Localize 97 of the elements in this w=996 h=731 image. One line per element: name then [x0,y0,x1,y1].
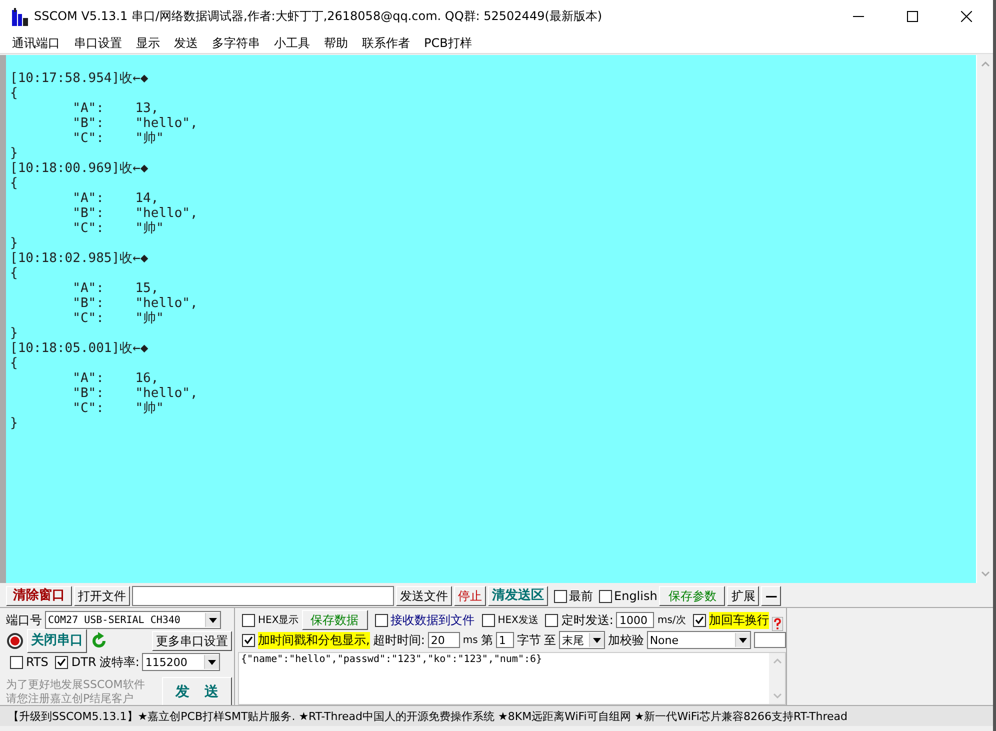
menu-item[interactable]: 显示 [136,34,160,52]
receive-line: "C": "帅" [72,131,164,146]
checkbox[interactable] [374,614,388,626]
app-logo-icon [12,8,28,26]
window-title: SSCOM V5.13.1 串口/网络数据调试器,作者:大虾丁丁,2618058@qq.com. QQ群: 52502449(最新版本) [34,8,602,25]
checkbox-label: 最前 [569,588,593,604]
expand-button[interactable]: 扩展 [727,586,760,606]
from-label: 第 [480,632,493,648]
dropdown-arrow-icon[interactable] [592,638,601,642]
checksum-label: 加校验 [608,632,644,648]
checksum-select[interactable]: None [646,631,751,649]
dropdown-arrow-icon[interactable] [209,618,217,622]
checkbox[interactable] [55,656,68,668]
stop-button[interactable]: 停止 [454,586,486,606]
checkbox[interactable] [599,590,612,602]
checkbox-label: 加时间戳和分包显示, [258,632,370,648]
port-select[interactable]: COM27 USB-SERIAL CH340 [45,611,221,629]
receive-line: { [10,356,18,371]
checkbox-label: RTS [26,655,48,669]
open-file-button[interactable]: 打开文件 [74,586,130,606]
receive-line: "B": "hello", [72,296,198,311]
interval-unit: ms/次 [657,614,686,627]
menu-item[interactable]: 联系作者 [362,34,410,52]
status-led-icon [6,632,24,650]
checksum-field[interactable] [754,632,786,648]
collapse-button[interactable]: — [761,586,782,606]
menu-item[interactable]: 通讯端口 [12,34,60,52]
receive-line: "C": "帅" [72,311,164,326]
receive-line: [10:18:05.001]收←◆ [10,341,148,356]
file-path-field[interactable] [132,586,394,606]
receive-line: } [10,236,18,251]
promo-text: 请您注册嘉立创P结尾客户 [6,692,135,706]
receive-line: "A": 16, [72,371,159,386]
from-byte-field[interactable]: 1 [496,632,514,648]
checkbox[interactable] [554,590,567,602]
close-port-button[interactable]: 关闭串口 [27,629,87,653]
receive-line: { [10,176,18,191]
checkbox-label: 加回车换行 [708,612,769,628]
receive-line: "B": "hello", [72,116,198,131]
menu-item[interactable]: 发送 [174,34,198,52]
menu-item[interactable]: 多字符串 [212,34,260,52]
interval-field[interactable]: 1000 [616,612,654,628]
checkbox-label: 接收数据到文件 [390,612,475,628]
checkbox-label: HEX显示 [258,614,299,627]
clear-window-button[interactable]: 清除窗口 [6,586,72,606]
receive-line: } [10,326,18,341]
close-icon[interactable] [961,11,972,22]
checkbox-label: HEX发送 [498,614,538,627]
more-port-settings-button[interactable]: 更多串口设置 [152,631,232,651]
checkbox[interactable] [482,614,495,626]
help-icon[interactable] [772,617,783,631]
receive-line: { [10,86,18,101]
byte-label: 字节 [516,632,541,648]
to-label: 至 [544,632,556,648]
receive-line: } [10,416,18,431]
maximize-icon[interactable] [907,11,918,22]
dropdown-arrow-icon[interactable] [208,660,216,664]
receive-line: [10:18:02.985]收←◆ [10,251,148,266]
receive-line: "C": "帅" [72,221,164,236]
menu-item[interactable]: 帮助 [324,34,348,52]
receive-line: [10:17:58.954]收←◆ [10,71,148,86]
port-label: 端口号 [6,612,42,628]
menu-item[interactable]: 串口设置 [74,34,122,52]
baud-select[interactable]: 115200 [142,653,220,671]
send-file-button[interactable]: 发送文件 [396,586,452,606]
timeout-field[interactable]: 20 [428,632,460,648]
checkbox-label: English [614,589,658,603]
receive-line: "C": "帅" [72,401,164,416]
receive-line: "A": 14, [72,191,159,206]
checkbox[interactable] [545,614,558,626]
end-select[interactable]: 末尾 [558,631,605,649]
checkbox[interactable] [10,656,23,668]
refresh-icon[interactable] [90,632,108,650]
checkbox-label: 定时发送: [561,612,614,628]
clear-send-button[interactable]: 清发送区 [488,586,548,606]
receive-line: "B": "hello", [72,206,198,221]
receive-line: "B": "hello", [72,386,198,401]
receive-line: "A": 15, [72,281,159,296]
receive-line: [10:18:00.969]收←◆ [10,161,148,176]
save-data-button[interactable]: 保存数据 [302,610,368,630]
send-button[interactable]: 发 送 [162,677,232,707]
checkbox-label: DTR [71,655,96,669]
promo-text: 为了更好地发展SSCOM软件 [6,678,146,692]
dropdown-arrow-icon[interactable] [738,638,747,642]
status-bar: 【升级到SSCOM5.13.1】★嘉立创PCB打样SMT贴片服务. ★RT-Thread中国人的开源免费操作系统 ★8KM远距离WiFi可自组网 ★新一代WiFi芯片兼容8266支持RT-Thread [0,705,993,726]
timeout-label: 超时时间: [372,632,425,648]
save-params-button[interactable]: 保存参数 [659,586,726,606]
timeout-unit: ms [462,634,478,646]
receive-line: { [10,266,18,281]
checkbox[interactable] [242,614,255,626]
menu-item[interactable]: 小工具 [274,34,310,52]
receive-line: "A": 13, [72,101,159,116]
baud-label: 波特率: [99,654,140,670]
menu-item[interactable]: PCB打样 [424,34,472,52]
checkbox[interactable] [242,634,255,646]
receive-line: } [10,146,18,161]
checkbox[interactable] [692,614,706,626]
